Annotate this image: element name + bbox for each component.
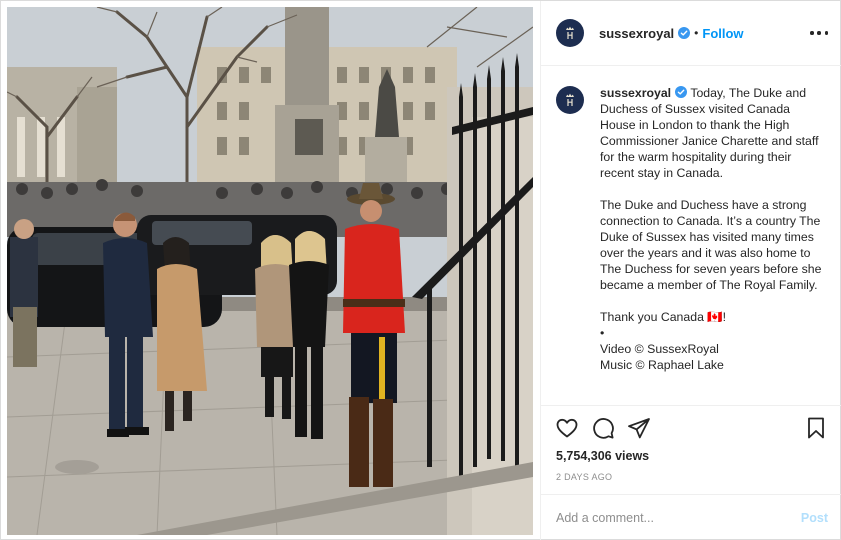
caption-avatar[interactable] [556, 86, 584, 114]
post-timestamp[interactable]: 2 DAYS AGO [556, 472, 612, 482]
post-video[interactable] [7, 7, 533, 535]
heart-icon[interactable] [555, 416, 579, 440]
caption-section: sussexroyal Today, The Duke and Duchess … [541, 67, 841, 405]
follow-button[interactable]: Follow [702, 26, 743, 41]
caption-credit-music: Music © Raphael Lake [600, 358, 724, 372]
caption-paragraph-1: Today, The Duke and Duchess of Sussex vi… [600, 86, 819, 180]
verified-badge-icon [678, 27, 691, 39]
caption-paragraph-2: The Duke and Duchess have a strong conne… [600, 198, 822, 292]
header-separator: • [694, 26, 699, 40]
paper-plane-icon[interactable] [627, 416, 651, 440]
caption-username-link[interactable]: sussexroyal [600, 86, 671, 100]
bookmark-icon[interactable] [804, 416, 828, 440]
post-side-panel: sussexroyal • Follow sussexroyal Today, … [540, 1, 841, 540]
caption-paragraph-3: Thank you Canada 🇨🇦! [600, 310, 727, 324]
username-link[interactable]: sussexroyal [599, 26, 674, 41]
comment-bubble-icon[interactable] [591, 416, 615, 440]
caption-text: sussexroyal Today, The Duke and Duchess … [600, 85, 828, 405]
comment-input[interactable] [556, 511, 801, 525]
more-options-icon[interactable] [810, 24, 828, 42]
caption-bullet: • [600, 326, 605, 340]
post-comment-button[interactable]: Post [801, 511, 828, 525]
video-play-area[interactable] [7, 7, 533, 535]
post-actions: 5,754,306 views 2 DAYS AGO [541, 405, 841, 505]
view-count[interactable]: 5,754,306 views [556, 449, 649, 463]
instagram-post: sussexroyal • Follow sussexroyal Today, … [0, 0, 841, 540]
comment-form: Post [541, 494, 841, 540]
crown-monogram-icon [566, 26, 574, 39]
post-header: sussexroyal • Follow [541, 1, 841, 66]
avatar[interactable] [556, 19, 584, 47]
caption-credit-video: Video © SussexRoyal [600, 342, 719, 356]
verified-badge-icon [675, 86, 688, 98]
crown-monogram-icon [566, 93, 574, 106]
